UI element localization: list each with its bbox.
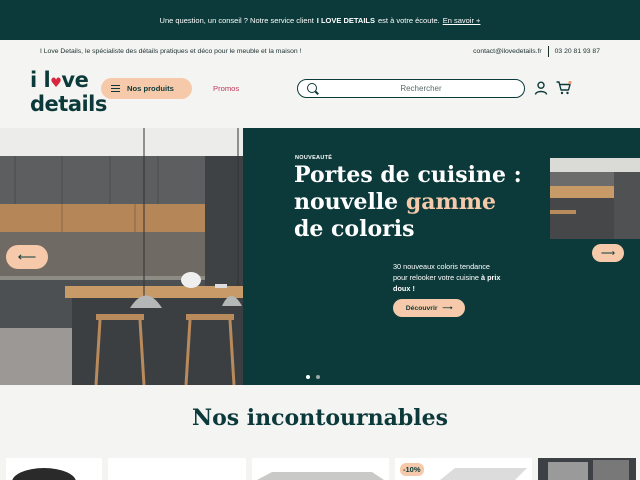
product-image	[440, 468, 527, 480]
logo-text-details: details	[30, 92, 107, 116]
announcement-bar: Une question, un conseil ? Notre service…	[0, 0, 640, 40]
shopping-cart-icon[interactable]	[556, 81, 572, 95]
site-header: i l♥ve details Nos produits Promos	[0, 62, 640, 128]
product-card[interactable]: -10%	[395, 458, 532, 480]
headline-accent: gamme	[405, 189, 497, 215]
slide-headline: Portes de cuisine : nouvelle gamme de co…	[294, 162, 524, 243]
announcement-brand: I LOVE DETAILS	[316, 15, 375, 25]
next-slide-thumbnail[interactable]	[550, 158, 640, 239]
carousel-next-button[interactable]: ⟶	[592, 244, 624, 262]
product-image	[12, 468, 76, 480]
arrow-left-icon: ⟵	[17, 249, 37, 264]
divider	[547, 45, 549, 57]
hero-slide-panel: NOUVEAUTÉ Portes de cuisine : nouvelle g…	[243, 128, 640, 385]
contact-email-link[interactable]: contact@ilovedetails.fr	[473, 48, 541, 55]
section-title: Nos incontournables	[191, 405, 449, 431]
site-logo[interactable]: i l♥ve details	[30, 68, 107, 116]
product-cards: -10%	[0, 458, 640, 480]
slide-description: 30 nouveaux coloris tendance pour relook…	[393, 261, 503, 294]
product-card[interactable]	[108, 458, 246, 480]
search-input[interactable]	[326, 82, 516, 95]
announcement-text-end: est à votre écoute.	[378, 15, 440, 25]
contact-info: contact@ilovedetails.fr 03 20 81 93 87	[473, 45, 600, 57]
hero-carousel: NOUVEAUTÉ Portes de cuisine : nouvelle g…	[0, 128, 640, 385]
product-image	[257, 472, 384, 480]
carousel-dot[interactable]	[316, 375, 320, 379]
logo-text-a: i l	[30, 68, 51, 92]
headline-line-3: de coloris	[294, 216, 415, 242]
search-bar[interactable]	[297, 79, 525, 98]
description-text: 30 nouveaux coloris tendance pour relook…	[393, 262, 490, 282]
user-account-icon[interactable]	[534, 81, 548, 95]
carousel-prev-button[interactable]: ⟵	[6, 245, 48, 269]
carousel-dots	[306, 375, 320, 379]
product-card[interactable]	[6, 458, 102, 480]
product-card[interactable]	[538, 458, 636, 480]
arrow-right-icon: ⟶	[600, 247, 616, 259]
discover-button[interactable]: Découvrir ⟶	[393, 299, 465, 317]
info-bar: I Love Details, le spécialiste des détai…	[0, 40, 640, 62]
product-image	[538, 458, 636, 480]
learn-more-link[interactable]: En savoir +	[443, 16, 481, 25]
featured-section: Nos incontournables -10%	[0, 385, 640, 480]
store-tagline: I Love Details, le spécialiste des détai…	[40, 47, 302, 55]
menu-icon	[111, 85, 120, 92]
products-menu-label: Nos produits	[127, 84, 174, 93]
arrow-right-icon: ⟶	[442, 305, 453, 312]
promos-link[interactable]: Promos	[213, 84, 239, 93]
products-menu-button[interactable]: Nos produits	[101, 78, 192, 99]
heart-icon: ♥	[50, 76, 62, 91]
logo-text-b: ve	[61, 68, 89, 92]
slide-tag: NOUVEAUTÉ	[295, 155, 333, 161]
headline-line-1: Portes de cuisine :	[294, 162, 522, 188]
contact-phone-link[interactable]: 03 20 81 93 87	[555, 48, 600, 55]
product-card[interactable]	[252, 458, 389, 480]
discover-label: Découvrir	[405, 304, 438, 312]
headline-line-2a: nouvelle	[294, 189, 406, 215]
announcement-text: Une question, un conseil ? Notre service…	[159, 15, 314, 25]
search-icon[interactable]	[307, 83, 317, 93]
carousel-dot[interactable]	[306, 375, 310, 379]
